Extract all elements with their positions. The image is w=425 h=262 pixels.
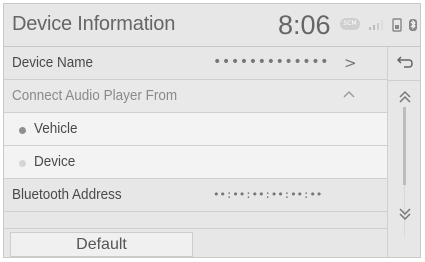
device-name-label: Device Name [12,54,94,71]
page-title: Device Information [12,13,176,35]
device-information-screen: Device Information 8:06 SCM Device Name … [3,3,421,258]
bluetooth-icon [409,19,417,31]
device-name-row[interactable]: Device Name ••••••••••••• > [4,47,387,80]
double-chevron-up-icon[interactable] [398,90,412,104]
side-divider [388,80,420,81]
chevron-right-icon: > [344,54,357,72]
status-badge: SCM [340,18,360,30]
option-vehicle[interactable]: Vehicle [4,113,387,146]
bluetooth-address-row: Bluetooth Address ••:••:••:••:••:•• [4,179,387,212]
radio-selected-icon [19,127,26,134]
connect-audio-player-label: Connect Audio Player From [12,87,178,104]
signal-icon [369,20,383,30]
settings-list: Device Name ••••••••••••• > Connect Audi… [4,47,387,212]
header-bar: Device Information 8:06 SCM [4,4,420,47]
option-device[interactable]: Device [4,146,387,179]
side-controls [387,47,420,257]
bluetooth-address-value: ••:••:••:••:••:•• [213,188,323,201]
footer-bar: Default [4,228,387,257]
scroll-thumb[interactable] [403,107,406,185]
caret-up-icon [343,91,355,98]
back-arrow-icon[interactable] [396,55,414,69]
double-chevron-down-icon[interactable] [398,207,412,221]
default-button[interactable]: Default [10,232,193,257]
option-vehicle-label: Vehicle [34,120,78,137]
connect-audio-player-row[interactable]: Connect Audio Player From [4,80,387,113]
device-name-value: ••••••••••••• [213,54,330,70]
phone-battery-icon [392,18,402,32]
option-device-label: Device [34,153,76,170]
bluetooth-address-label: Bluetooth Address [12,186,122,203]
clock: 8:06 [278,10,331,40]
radio-unselected-icon [19,160,26,167]
